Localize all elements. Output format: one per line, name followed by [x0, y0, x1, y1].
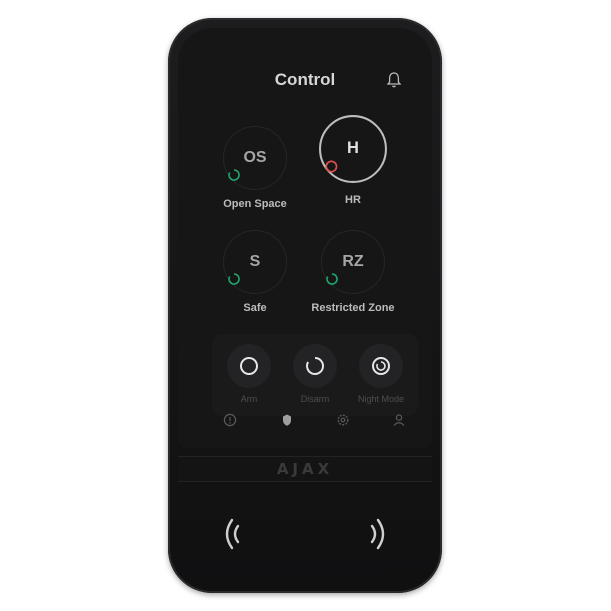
security-mode-panel: Arm Disarm Night Mode	[212, 334, 418, 416]
nfc-left-icon	[225, 518, 240, 550]
open-ring-icon	[306, 356, 324, 375]
zone-abbreviation: OS	[243, 149, 267, 166]
nfc-right-icon	[370, 518, 385, 550]
brand-logo: AJAX	[276, 460, 334, 478]
zone-open-space[interactable]: OS Open Space	[200, 126, 310, 210]
zone-label: Open Space	[223, 198, 287, 210]
zone-abbreviation: S	[249, 253, 261, 270]
gear-icon	[337, 414, 349, 426]
tab-alarm[interactable]	[220, 410, 240, 430]
zone-abbreviation: H	[347, 139, 359, 158]
shield-icon	[283, 414, 291, 426]
zone-button[interactable]: S	[223, 230, 287, 294]
mode-label: Arm	[240, 394, 258, 404]
night-mode[interactable]: Night Mode	[346, 344, 416, 404]
touch-screen: Control OS Open Space H HR S Safe RZ Res…	[178, 28, 432, 448]
zone-hr[interactable]: H HR	[298, 115, 408, 206]
zone-button[interactable]: RZ	[321, 230, 385, 294]
alarm-icon	[223, 413, 237, 427]
disarmed-status-icon	[228, 273, 240, 285]
zone-label: HR	[345, 194, 361, 206]
disarmed-status-icon	[228, 169, 240, 181]
arm-mode[interactable]: Arm	[214, 344, 284, 404]
zone-abbreviation: RZ	[342, 253, 364, 270]
night-mode-icon	[372, 357, 390, 375]
night-mode-button[interactable]	[359, 344, 403, 388]
bell-icon[interactable]	[386, 71, 402, 89]
tab-shield[interactable]	[277, 410, 297, 430]
armed-status-icon	[325, 160, 338, 173]
zone-label: Safe	[243, 302, 267, 314]
mode-label: Disarm	[300, 394, 330, 404]
keypad-device: Control OS Open Space H HR S Safe RZ Res…	[168, 18, 442, 593]
user-icon	[393, 414, 405, 426]
bottom-tab-bar	[212, 410, 418, 430]
zone-button[interactable]: OS	[223, 126, 287, 190]
ring-icon	[240, 357, 258, 375]
brand-strip: AJAX	[178, 456, 432, 482]
disarm-button[interactable]	[293, 344, 337, 388]
disarm-mode[interactable]: Disarm	[280, 344, 350, 404]
zone-label: Restricted Zone	[311, 302, 395, 314]
mode-label: Night Mode	[357, 394, 405, 404]
disarmed-status-icon	[326, 273, 338, 285]
tab-user[interactable]	[389, 410, 409, 430]
arm-button[interactable]	[227, 344, 271, 388]
zone-button[interactable]: H	[319, 115, 387, 183]
zone-restricted-zone[interactable]: RZ Restricted Zone	[298, 230, 408, 314]
tab-settings[interactable]	[333, 410, 353, 430]
zone-safe[interactable]: S Safe	[200, 230, 310, 314]
